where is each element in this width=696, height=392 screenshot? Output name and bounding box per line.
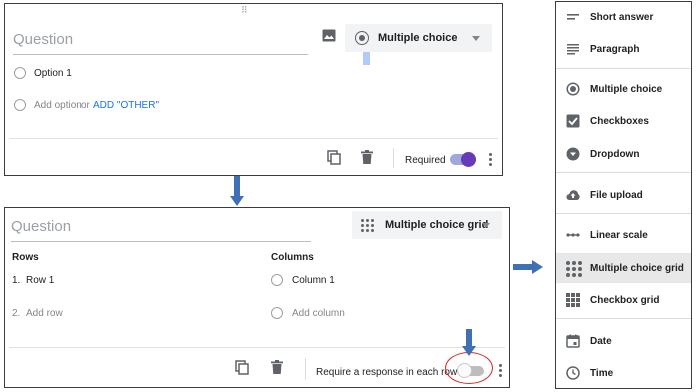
- require-each-row-label: Require a response in each row: [316, 367, 458, 378]
- add-option-button[interactable]: Add option: [34, 100, 82, 111]
- checkbox-grid-icon: [566, 293, 580, 307]
- annotation-arrow-shaft: [466, 329, 472, 347]
- radio-icon: [566, 82, 580, 96]
- question-card-multiple-choice: ⠿ Question Multiple choice Option 1 Add …: [4, 3, 503, 176]
- menu-item-multiple-choice[interactable]: Multiple choice: [556, 74, 691, 104]
- add-row-button[interactable]: Add row: [26, 308, 63, 319]
- option-radio-icon: [14, 99, 26, 111]
- or-text: or: [81, 100, 90, 111]
- dropdown-icon: [566, 147, 580, 161]
- question-type-label: Multiple choice grid: [385, 219, 489, 231]
- menu-item-linear-scale[interactable]: Linear scale: [556, 220, 691, 250]
- footer-vertical-divider: [393, 148, 394, 168]
- dot-grid-icon: [566, 261, 582, 277]
- menu-item-checkboxes[interactable]: Checkboxes: [556, 106, 691, 136]
- option-radio-icon: [14, 67, 26, 79]
- delete-icon[interactable]: [361, 150, 373, 164]
- question-type-label: Multiple choice: [378, 32, 458, 44]
- menu-item-multiple-choice-grid[interactable]: Multiple choice grid: [556, 253, 691, 283]
- menu-item-paragraph[interactable]: Paragraph: [556, 34, 691, 64]
- columns-header: Columns: [271, 252, 314, 263]
- rows-header: Rows: [12, 252, 39, 263]
- question-type-select[interactable]: Multiple choice: [345, 24, 492, 52]
- chevron-down-icon: [482, 223, 490, 228]
- row-1-index: 1.: [12, 275, 21, 286]
- menu-divider: [556, 318, 691, 319]
- menu-item-dropdown[interactable]: Dropdown: [556, 139, 691, 169]
- annotation-highlight-circle: [445, 352, 493, 384]
- dot-grid-icon: [361, 219, 374, 232]
- focus-indicator: [363, 52, 370, 65]
- row-2-index: 2.: [12, 308, 21, 319]
- question-card-multiple-choice-grid: Question Multiple choice grid Rows Colum…: [4, 207, 510, 388]
- menu-divider: [556, 213, 691, 214]
- menu-divider: [556, 68, 691, 69]
- chevron-down-icon: [472, 36, 480, 41]
- question-input[interactable]: Question: [13, 31, 308, 55]
- drag-handle-icon[interactable]: ⠿: [241, 6, 249, 15]
- row-1-input[interactable]: Row 1: [26, 275, 54, 286]
- annotation-arrow-down-icon: [230, 196, 244, 206]
- duplicate-icon[interactable]: [327, 150, 341, 165]
- paragraph-icon: [566, 42, 580, 56]
- option-1-input[interactable]: Option 1: [34, 68, 72, 79]
- add-column-button[interactable]: Add column: [292, 308, 345, 319]
- annotation-arrow-down-icon: [462, 346, 476, 356]
- upload-icon: [566, 188, 580, 202]
- delete-icon[interactable]: [271, 360, 283, 374]
- duplicate-icon[interactable]: [235, 360, 249, 375]
- column-1-input[interactable]: Column 1: [292, 275, 335, 286]
- radio-selected-icon: [355, 31, 369, 45]
- footer-divider: [9, 138, 498, 139]
- question-type-menu: Short answer Paragraph Multiple choice C…: [555, 1, 692, 389]
- footer-divider: [9, 347, 505, 348]
- add-image-icon[interactable]: [322, 29, 336, 42]
- short-answer-icon: [566, 10, 580, 24]
- column-radio-icon: [271, 307, 283, 319]
- column-radio-icon: [271, 274, 283, 286]
- menu-divider: [556, 172, 691, 173]
- menu-item-file-upload[interactable]: File upload: [556, 180, 691, 210]
- menu-item-short-answer[interactable]: Short answer: [556, 2, 691, 32]
- menu-item-date[interactable]: Date: [556, 326, 691, 356]
- required-toggle-knob: [461, 152, 476, 167]
- menu-item-time[interactable]: Time: [556, 358, 691, 388]
- footer-vertical-divider: [305, 358, 306, 380]
- clock-icon: [566, 366, 580, 380]
- annotation-arrow-shaft: [513, 264, 533, 270]
- calendar-icon: [566, 334, 580, 348]
- required-label: Required: [405, 155, 446, 166]
- annotation-arrow-shaft: [234, 176, 240, 197]
- menu-item-checkbox-grid[interactable]: Checkbox grid: [556, 285, 691, 315]
- question-input[interactable]: Question: [11, 218, 311, 242]
- more-options-icon[interactable]: [489, 153, 493, 168]
- more-options-icon[interactable]: [499, 364, 503, 379]
- add-other-button[interactable]: ADD "OTHER": [93, 100, 159, 111]
- linear-scale-icon: [566, 228, 580, 242]
- annotation-arrow-right-icon: [532, 260, 543, 274]
- question-type-select[interactable]: Multiple choice grid: [352, 211, 502, 239]
- checkbox-icon: [566, 114, 580, 128]
